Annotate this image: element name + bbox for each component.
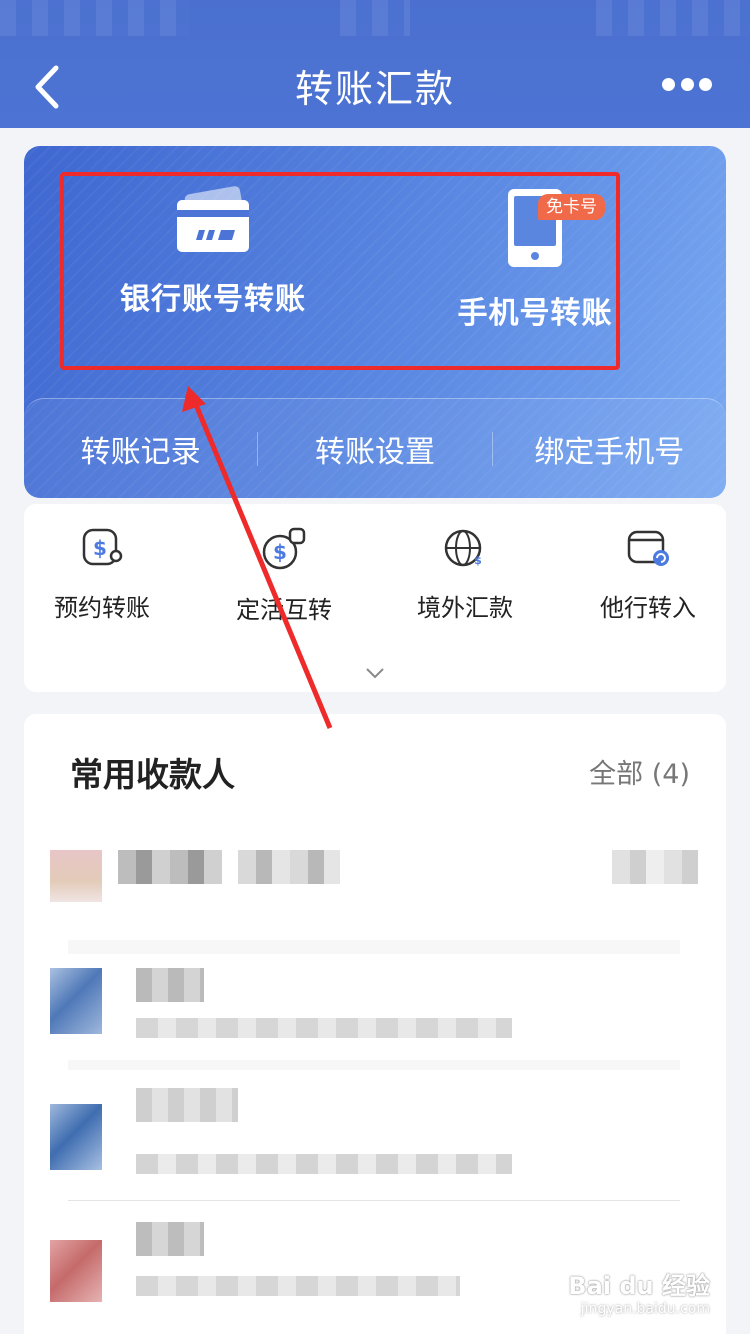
bank-account-transfer-button[interactable]: 银行账号转账: [98, 186, 328, 318]
bind-phone-link[interactable]: 绑定手机号: [493, 427, 726, 471]
globe-remittance-icon: $: [444, 529, 482, 567]
blurred-text: [136, 1222, 204, 1256]
avatar: [50, 968, 102, 1034]
mobile-transfer-label: 手机号转账: [457, 296, 613, 331]
deposit-transfer-button[interactable]: $ 定活互转: [204, 526, 364, 625]
status-bar-blur: [340, 0, 410, 36]
scheduled-transfer-icon: $: [82, 528, 123, 566]
chevron-down-icon[interactable]: [365, 666, 385, 680]
other-bank-transfer-in-button[interactable]: 他行转入: [568, 526, 728, 623]
app-header: 转账汇款: [0, 0, 750, 128]
more-dots-icon: [662, 77, 675, 91]
no-card-badge: 免卡号: [538, 194, 605, 220]
watermark-main: Bai du 经验: [568, 1272, 710, 1300]
watermark-sub: jingyan.baidu.com: [580, 1301, 710, 1317]
divider: [68, 940, 680, 954]
status-bar-blur: [596, 0, 750, 36]
page-title: 转账汇款: [294, 67, 455, 111]
other-bank-transfer-in-label: 他行转入: [600, 594, 696, 622]
blurred-text: [136, 968, 204, 1002]
overseas-remittance-label: 境外汇款: [417, 594, 513, 622]
overseas-remittance-button[interactable]: $ 境外汇款: [385, 526, 545, 623]
blurred-text: [118, 850, 222, 884]
blurred-text: [136, 1276, 460, 1296]
blurred-text: [612, 850, 698, 884]
transfer-hero-card: 银行账号转账 手机号转账 免卡号 转账记录 转账设置 绑定手机号: [24, 146, 726, 498]
blurred-text: [136, 1018, 512, 1038]
hero-sub-nav: 转账记录 转账设置 绑定手机号: [24, 398, 726, 498]
scheduled-transfer-label: 预约转账: [54, 594, 150, 622]
frequent-payees-panel: 常用收款人 全部 (4): [24, 714, 726, 1334]
avatar: [50, 850, 102, 902]
scheduled-transfer-button[interactable]: $ 预约转账: [22, 526, 182, 623]
watermark-logo: Bai du 经验 jingyan.baidu.com: [568, 1266, 710, 1317]
blurred-text: [238, 850, 340, 884]
status-bar-blur: [0, 0, 190, 36]
avatar: [50, 1240, 102, 1302]
blurred-text: [136, 1088, 238, 1122]
more-button[interactable]: [662, 74, 712, 94]
deposit-transfer-label: 定活互转: [236, 596, 332, 624]
bank-card-icon: [177, 186, 249, 252]
svg-text:$: $: [273, 540, 287, 564]
payees-title: 常用收款人: [70, 755, 235, 794]
svg-text:$: $: [93, 536, 107, 560]
blurred-text: [136, 1154, 512, 1174]
deposit-transfer-icon: $: [262, 527, 306, 570]
transfer-records-link[interactable]: 转账记录: [24, 427, 257, 471]
wallet-transfer-in-icon: [627, 530, 669, 566]
transfer-settings-link[interactable]: 转账设置: [258, 427, 491, 471]
divider: [68, 1060, 680, 1070]
payee-row[interactable]: [24, 834, 726, 934]
bank-account-transfer-label: 银行账号转账: [120, 282, 306, 317]
avatar: [50, 1104, 102, 1170]
payee-row[interactable]: [24, 1086, 726, 1206]
mobile-transfer-button[interactable]: 手机号转账: [420, 186, 650, 332]
view-all-payees-link[interactable]: 全部 (4): [589, 752, 690, 791]
svg-text:$: $: [474, 554, 482, 567]
services-panel: $ 预约转账 $ 定活互转 $ 境外汇款 他行转入: [24, 504, 726, 692]
divider: [68, 1200, 680, 1201]
